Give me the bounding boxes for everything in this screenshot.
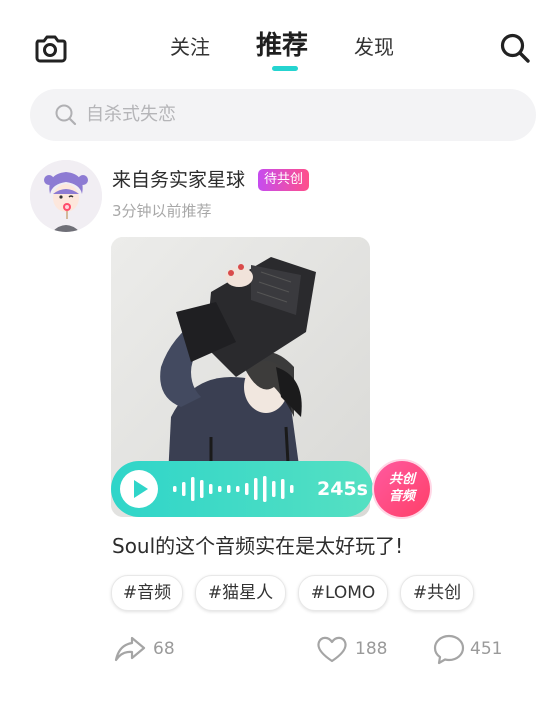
search-input[interactable]: 自杀式失恋 bbox=[30, 89, 536, 141]
tag-chip[interactable]: #猫星人 bbox=[195, 575, 286, 611]
comment-button[interactable]: 451 bbox=[432, 632, 512, 666]
post-time: 3分钟以前推荐 bbox=[112, 202, 212, 220]
audio-player[interactable]: 245s bbox=[111, 461, 373, 517]
tag-chip[interactable]: #音频 bbox=[111, 575, 183, 611]
cocreate-badge-line1: 共创 bbox=[388, 472, 415, 487]
tag-chip[interactable]: #共创 bbox=[400, 575, 474, 611]
tag-chip[interactable]: #LOMO bbox=[298, 575, 388, 611]
play-icon[interactable] bbox=[119, 469, 159, 509]
audio-duration: 245s bbox=[317, 478, 368, 500]
active-tab-indicator bbox=[272, 66, 298, 71]
author-name[interactable]: 来自务实家星球 bbox=[112, 168, 245, 192]
magnifier-icon bbox=[54, 103, 78, 127]
tab-discover[interactable]: 发现 bbox=[354, 34, 394, 60]
share-button[interactable]: 68 bbox=[113, 632, 183, 666]
like-count: 188 bbox=[355, 639, 388, 659]
search-placeholder: 自杀式失恋 bbox=[86, 104, 176, 125]
share-icon bbox=[114, 636, 146, 662]
top-bar: 关注 推荐 发现 bbox=[0, 0, 550, 80]
comment-count: 451 bbox=[470, 639, 503, 659]
like-button[interactable]: 188 bbox=[315, 632, 405, 666]
share-count: 68 bbox=[153, 639, 175, 659]
tab-follow[interactable]: 关注 bbox=[170, 34, 210, 60]
status-badge: 待共创 bbox=[258, 169, 310, 191]
comment-icon bbox=[433, 634, 465, 665]
waveform-icon bbox=[173, 473, 323, 505]
cocreate-badge-line2: 音频 bbox=[388, 489, 415, 504]
search-icon[interactable] bbox=[498, 31, 532, 65]
heart-icon bbox=[317, 636, 347, 663]
camera-icon[interactable] bbox=[32, 30, 68, 66]
cocreate-audio-badge[interactable]: 共创 音频 bbox=[374, 461, 430, 517]
avatar[interactable] bbox=[30, 160, 102, 232]
tab-recommend[interactable]: 推荐 bbox=[256, 30, 308, 62]
post-caption: Soul的这个音频实在是太好玩了! bbox=[112, 534, 404, 558]
